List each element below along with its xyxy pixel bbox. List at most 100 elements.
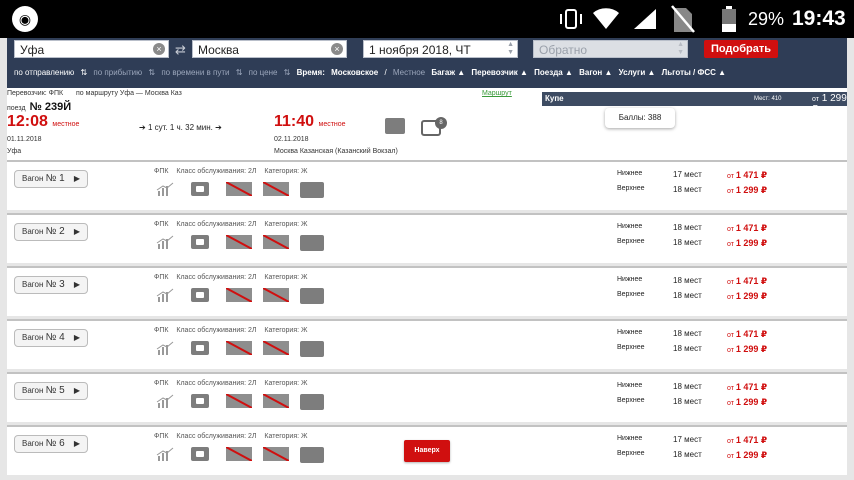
sort-price[interactable]: по цене ⇅: [249, 68, 291, 77]
no-wc-icon: [263, 447, 289, 461]
arrival-station: Москва Казанская (Казанский Вокзал): [274, 148, 398, 155]
filter-trains[interactable]: Поезда ▲: [534, 68, 573, 77]
no-sim-icon: [671, 5, 695, 33]
pet-icon: [300, 447, 324, 463]
search-panel: Уфа × ⇄ Москва × 1 ноября 2018, ЧТ ▲ ▼ Об…: [7, 38, 847, 88]
chevron-right-icon: ▶: [73, 227, 80, 236]
wagon-button[interactable]: Вагон № 6 ▶: [14, 435, 88, 453]
class-coupe-bar[interactable]: Купе Мест: 410 от 1 299 ₽: [542, 92, 847, 115]
points-tooltip: Баллы: 388: [605, 108, 675, 128]
pet-icon: [300, 394, 324, 410]
no-wc-icon: [263, 182, 289, 196]
wagon-button[interactable]: Вагон № 3 ▶: [14, 276, 88, 294]
sort-departure[interactable]: по отправлению ⇅: [14, 68, 87, 77]
no-wc-icon: [263, 288, 289, 302]
departure-date: 01.11.2018: [7, 136, 42, 143]
chart-icon[interactable]: [156, 235, 174, 249]
to-value: Москва: [198, 43, 239, 57]
no-wc-icon: [263, 394, 289, 408]
wagon-info: ФПК Класс обслуживания: 2Л Категория: Ж: [154, 168, 308, 175]
chart-icon[interactable]: [156, 182, 174, 196]
to-field[interactable]: Москва ×: [192, 40, 347, 58]
wifi-icon: [593, 8, 619, 29]
baggage-icon: [191, 288, 209, 302]
filter-baggage[interactable]: Багаж ▲: [431, 68, 465, 77]
baggage-icon: [191, 182, 209, 196]
baggage-icon: [191, 447, 209, 461]
from-field[interactable]: Уфа ×: [14, 40, 169, 58]
scroll-top-button[interactable]: Наверх: [404, 440, 450, 462]
no-meal-icon: [226, 341, 252, 355]
chart-icon[interactable]: [156, 341, 174, 355]
route-link[interactable]: Маршрут: [482, 90, 512, 97]
wagon-button[interactable]: Вагон № 1 ▶: [14, 170, 88, 188]
search-button[interactable]: Подобрать: [704, 40, 778, 58]
arrival-date: 02.11.2018: [274, 136, 309, 143]
app-logo-icon: ◉: [12, 6, 38, 32]
wagon-info: ФПК Класс обслуживания: 2Л Категория: Ж: [154, 221, 308, 228]
date-spinner-icon[interactable]: ▲ ▼: [507, 41, 514, 57]
filter-services[interactable]: Услуги ▲: [619, 68, 656, 77]
pet-icon: [300, 341, 324, 357]
clear-from-icon[interactable]: ×: [153, 43, 165, 55]
wagon-button[interactable]: Вагон № 4 ▶: [14, 329, 88, 347]
carrier: Перевозчик: ФПК: [7, 90, 64, 97]
baggage-icon: [191, 341, 209, 355]
duration: ➔ 1 сут. 1 ч. 32 мин. ➔: [139, 123, 222, 132]
swap-icon[interactable]: ⇄: [175, 42, 186, 58]
clear-to-icon[interactable]: ×: [331, 43, 343, 55]
sort-arrival[interactable]: по прибытию ⇅: [93, 68, 155, 77]
return-spinner-icon[interactable]: ▲ ▼: [677, 41, 684, 57]
wagon-info: ФПК Класс обслуживания: 2Л Категория: Ж: [154, 274, 308, 281]
chart-icon[interactable]: [156, 288, 174, 302]
chart-icon[interactable]: [156, 394, 174, 408]
no-meal-icon: [226, 288, 252, 302]
wagon-button[interactable]: Вагон № 5 ▶: [14, 382, 88, 400]
departure-time: 12:08 местное: [7, 113, 80, 130]
battery-percent: 29%: [748, 9, 785, 29]
from-value: Уфа: [20, 43, 45, 57]
wagon-button[interactable]: Вагон № 2 ▶: [14, 223, 88, 241]
filter-wagon[interactable]: Вагон ▲: [579, 68, 612, 77]
date-field[interactable]: 1 ноября 2018, ЧТ ▲ ▼: [363, 40, 518, 58]
signal-icon: [634, 9, 656, 29]
time-local[interactable]: Местное: [393, 68, 425, 77]
arrival-time: 11:40 местное: [274, 113, 346, 130]
route-text: по маршруту Уфа — Москва Каз: [76, 90, 182, 97]
return-placeholder: Обратно: [539, 43, 588, 57]
chevron-right-icon: ▶: [73, 174, 80, 183]
time-label: Время:: [296, 68, 325, 77]
filter-carrier[interactable]: Перевозчик ▲: [471, 68, 528, 77]
sort-bar: по отправлению ⇅ по прибытию ⇅ по времен…: [14, 68, 730, 80]
clock: 19:43: [792, 7, 846, 30]
class-name: Купе: [545, 94, 564, 103]
wagon-row: Вагон № 3 ▶ ФПК Класс обслуживания: 2Л К…: [7, 266, 847, 316]
chart-icon[interactable]: [156, 447, 174, 461]
departure-station: Уфа: [7, 148, 22, 155]
wagon-row: Вагон № 6 ▶ ФПК Класс обслуживания: 2Л К…: [7, 425, 847, 475]
no-meal-icon: [226, 447, 252, 461]
baggage-icon: [191, 235, 209, 249]
no-meal-icon: [226, 394, 252, 408]
wagon-info: ФПК Класс обслуживания: 2Л Категория: Ж: [154, 433, 308, 440]
no-meal-icon: [226, 235, 252, 249]
bus-badge: 8: [435, 117, 447, 129]
baggage-icon: [191, 394, 209, 408]
wagon-row: Вагон № 2 ▶ ФПК Класс обслуживания: 2Л К…: [7, 213, 847, 263]
sort-travel-time[interactable]: по времени в пути ⇅: [161, 68, 242, 77]
return-date-field[interactable]: Обратно ▲ ▼: [533, 40, 688, 58]
date-value: 1 ноября 2018, ЧТ: [369, 43, 471, 57]
no-wc-icon: [263, 235, 289, 249]
no-meal-icon: [226, 182, 252, 196]
class-seats: Мест: 410: [754, 96, 782, 102]
train-card: Перевозчик: ФПК по маршруту Уфа — Москва…: [7, 88, 847, 160]
time-moscow[interactable]: Московское: [331, 68, 378, 77]
chevron-right-icon: ▶: [73, 439, 80, 448]
wagon-row: Вагон № 4 ▶ ФПК Класс обслуживания: 2Л К…: [7, 319, 847, 369]
vibrate-icon: [560, 9, 582, 29]
no-wc-icon: [263, 341, 289, 355]
filter-benefits[interactable]: Льготы / ФСС ▲: [662, 68, 726, 77]
status-bar: ◉ 29% 19:43: [0, 0, 854, 38]
pet-icon: [300, 235, 324, 251]
battery-icon: [722, 6, 736, 32]
